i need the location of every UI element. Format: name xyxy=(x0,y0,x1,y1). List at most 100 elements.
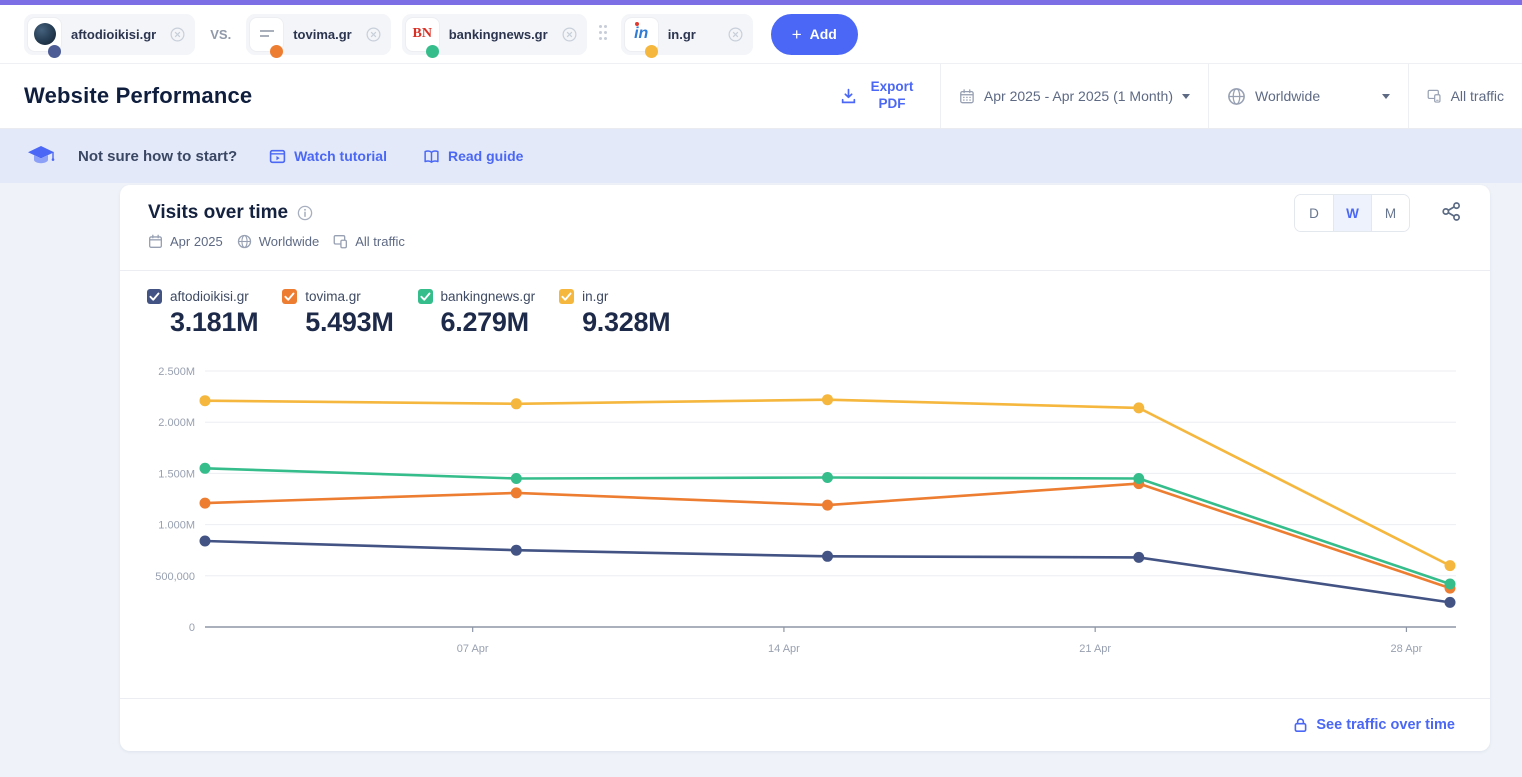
devices-icon xyxy=(1427,86,1442,106)
data-point[interactable] xyxy=(511,398,522,409)
graduation-cap-icon xyxy=(26,144,56,168)
site-chip-tovima.gr[interactable]: tovima.gr xyxy=(246,14,391,55)
header-controls: Export PDF Apr 2025 - Apr 2025 (1 Month)… xyxy=(818,64,1522,128)
globe-icon xyxy=(237,234,252,249)
legend-total-value: 6.279M xyxy=(441,307,536,338)
y-axis-tick-label: 2.500M xyxy=(158,366,195,378)
remove-site-icon[interactable] xyxy=(170,27,185,42)
page-header: Website Performance Export PDF Apr 2025 … xyxy=(0,64,1522,129)
data-point[interactable] xyxy=(511,487,522,498)
legend-checkbox[interactable] xyxy=(418,289,433,304)
chevron-down-icon xyxy=(1382,94,1390,99)
logo-favicon-image xyxy=(260,30,274,38)
site-chip-label: tovima.gr xyxy=(293,27,362,42)
site-chips-row: aftodioikisi.gr vs. tovima.gr BN bankingnews… xyxy=(24,14,753,55)
page-title: Website Performance xyxy=(0,83,252,109)
watch-tutorial-link[interactable]: Watch tutorial xyxy=(269,148,387,165)
site-chip-label: aftodioikisi.gr xyxy=(71,27,166,42)
visits-line-chart[interactable]: 0500,0001.000M1.500M2.000M2.500M07 Apr14… xyxy=(120,360,1490,662)
site-chip-aftodioikisi.gr[interactable]: aftodioikisi.gr xyxy=(24,14,195,55)
granularity-toggle: DWM xyxy=(1294,194,1410,232)
date-range-picker[interactable]: Apr 2025 - Apr 2025 (1 Month) xyxy=(940,64,1208,128)
meta-region: Worldwide xyxy=(237,234,319,249)
legend-item-bankingnews.gr: bankingnews.gr 6.279M xyxy=(418,289,536,338)
granularity-w-button[interactable]: W xyxy=(1333,195,1371,231)
y-axis-tick-label: 0 xyxy=(189,622,195,634)
legend-checkbox[interactable] xyxy=(559,289,574,304)
data-point[interactable] xyxy=(200,395,211,406)
data-point[interactable] xyxy=(822,472,833,483)
site-chip-label: bankingnews.gr xyxy=(449,27,558,42)
read-guide-link[interactable]: Read guide xyxy=(423,148,523,165)
legend-checkbox[interactable] xyxy=(147,289,162,304)
download-icon xyxy=(840,88,857,105)
x-axis-tick-label: 28 Apr xyxy=(1391,643,1423,655)
meta-date-label: Apr 2025 xyxy=(170,234,223,249)
globe-favicon-image xyxy=(34,23,56,45)
legend-checkbox-row[interactable]: aftodioikisi.gr xyxy=(147,289,258,304)
data-point[interactable] xyxy=(1133,473,1144,484)
export-pdf-button[interactable]: Export PDF xyxy=(818,64,940,128)
legend-checkbox-row[interactable]: in.gr xyxy=(559,289,670,304)
legend-checkbox[interactable] xyxy=(282,289,297,304)
compare-toolbar: aftodioikisi.gr vs. tovima.gr BN bankingnews… xyxy=(0,5,1522,64)
export-pdf-label: Export PDF xyxy=(866,79,918,113)
remove-site-icon[interactable] xyxy=(562,27,577,42)
banner-question: Not sure how to start? xyxy=(78,148,237,165)
data-point[interactable] xyxy=(822,500,833,511)
card-footer: See traffic over time xyxy=(120,698,1490,751)
data-point[interactable] xyxy=(822,394,833,405)
granularity-m-button[interactable]: M xyxy=(1371,195,1409,231)
legend-total-value: 9.328M xyxy=(582,307,670,338)
legend-item-tovima.gr: tovima.gr5.493M xyxy=(282,289,393,338)
data-point[interactable] xyxy=(200,498,211,509)
granularity-d-button[interactable]: D xyxy=(1295,195,1333,231)
add-site-button[interactable]: + Add xyxy=(771,14,858,55)
devices-icon xyxy=(333,234,348,249)
data-point[interactable] xyxy=(511,473,522,484)
data-point[interactable] xyxy=(1133,402,1144,413)
date-range-value: Apr 2025 - Apr 2025 (1 Month) xyxy=(984,88,1173,104)
y-axis-tick-label: 1.000M xyxy=(158,520,195,532)
data-point[interactable] xyxy=(200,536,211,547)
open-book-icon xyxy=(423,148,440,165)
meta-traffic: All traffic xyxy=(333,234,405,249)
share-button[interactable] xyxy=(1441,201,1462,222)
lock-icon xyxy=(1293,717,1308,733)
info-icon[interactable] xyxy=(297,205,313,221)
data-point[interactable] xyxy=(511,545,522,556)
data-point[interactable] xyxy=(1133,552,1144,563)
vs-label: vs. xyxy=(210,27,231,42)
legend-checkbox-row[interactable]: bankingnews.gr xyxy=(418,289,536,304)
y-axis-tick-label: 500,000 xyxy=(155,571,195,583)
divider xyxy=(120,270,1490,271)
data-point[interactable] xyxy=(822,551,833,562)
meta-date: Apr 2025 xyxy=(148,234,223,249)
traffic-type-picker[interactable]: All traffic xyxy=(1408,64,1522,128)
data-point[interactable] xyxy=(1445,597,1456,608)
add-site-label: Add xyxy=(810,26,837,42)
legend-checkbox-row[interactable]: tovima.gr xyxy=(282,289,393,304)
remove-site-icon[interactable] xyxy=(728,27,743,42)
region-value: Worldwide xyxy=(1255,88,1320,104)
series-line xyxy=(205,484,1450,588)
read-guide-label: Read guide xyxy=(448,148,523,164)
data-point[interactable] xyxy=(1445,579,1456,590)
calendar-icon xyxy=(959,87,975,106)
legend-total-value: 3.181M xyxy=(170,307,258,338)
site-chip-in.gr[interactable]: inin.gr xyxy=(621,14,753,55)
site-chip-label: in.gr xyxy=(668,27,706,42)
drag-handle[interactable] xyxy=(599,25,609,43)
calendar-icon xyxy=(148,234,163,249)
site-chip-bankingnews.gr[interactable]: BN bankingnews.gr xyxy=(402,14,587,55)
bn-favicon-text: BN xyxy=(412,26,431,42)
series-color-dot xyxy=(426,45,439,58)
legend-item-aftodioikisi.gr: aftodioikisi.gr 3.181M xyxy=(147,289,258,338)
legend-item-in.gr: in.gr 9.328M xyxy=(559,289,670,338)
see-traffic-over-time-link[interactable]: See traffic over time xyxy=(1316,717,1455,733)
data-point[interactable] xyxy=(1445,560,1456,571)
x-axis-tick-label: 14 Apr xyxy=(768,643,800,655)
data-point[interactable] xyxy=(200,463,211,474)
region-picker[interactable]: Worldwide xyxy=(1208,64,1408,128)
remove-site-icon[interactable] xyxy=(366,27,381,42)
